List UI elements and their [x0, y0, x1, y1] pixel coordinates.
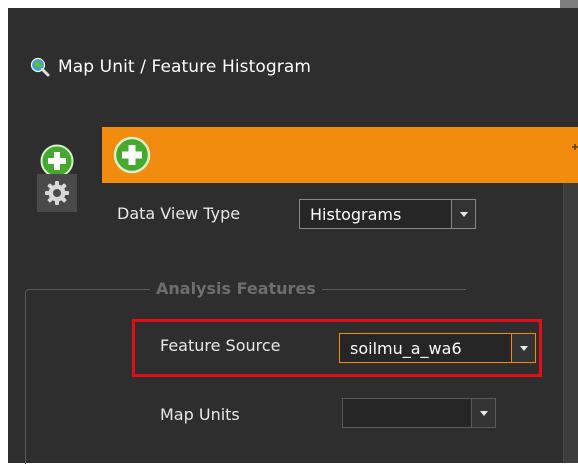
- window-title-bar: Map Unit / Feature Histogram: [30, 55, 311, 79]
- chevron-down-icon: [459, 211, 468, 217]
- pin-icon[interactable]: [570, 143, 578, 151]
- settings-button[interactable]: [37, 174, 77, 212]
- map-units-select[interactable]: [342, 398, 496, 428]
- app-window: Map Unit / Feature Histogram Data View T…: [0, 0, 578, 464]
- add-icon[interactable]: [113, 136, 151, 174]
- add-icon[interactable]: [40, 144, 74, 178]
- data-view-type-label: Data View Type: [117, 204, 241, 223]
- left-border: [0, 8, 8, 463]
- data-view-type-select[interactable]: Histograms: [299, 199, 476, 229]
- gear-icon: [45, 181, 69, 205]
- top-border: [0, 0, 578, 8]
- analysis-features-legend: Analysis Features: [150, 279, 322, 298]
- map-units-label: Map Units: [160, 405, 240, 424]
- map-search-icon: [30, 57, 50, 77]
- panel-scrollbar[interactable]: [563, 183, 578, 463]
- feature-source-highlight: [132, 319, 542, 377]
- data-view-type-dropdown-button[interactable]: [451, 200, 475, 228]
- window-title: Map Unit / Feature Histogram: [58, 57, 312, 77]
- data-view-type-value: Histograms: [310, 205, 402, 224]
- map-units-dropdown-button[interactable]: [471, 399, 495, 427]
- chevron-down-icon: [479, 410, 488, 416]
- top-border-right: [560, 0, 578, 8]
- panel-header: [102, 127, 578, 183]
